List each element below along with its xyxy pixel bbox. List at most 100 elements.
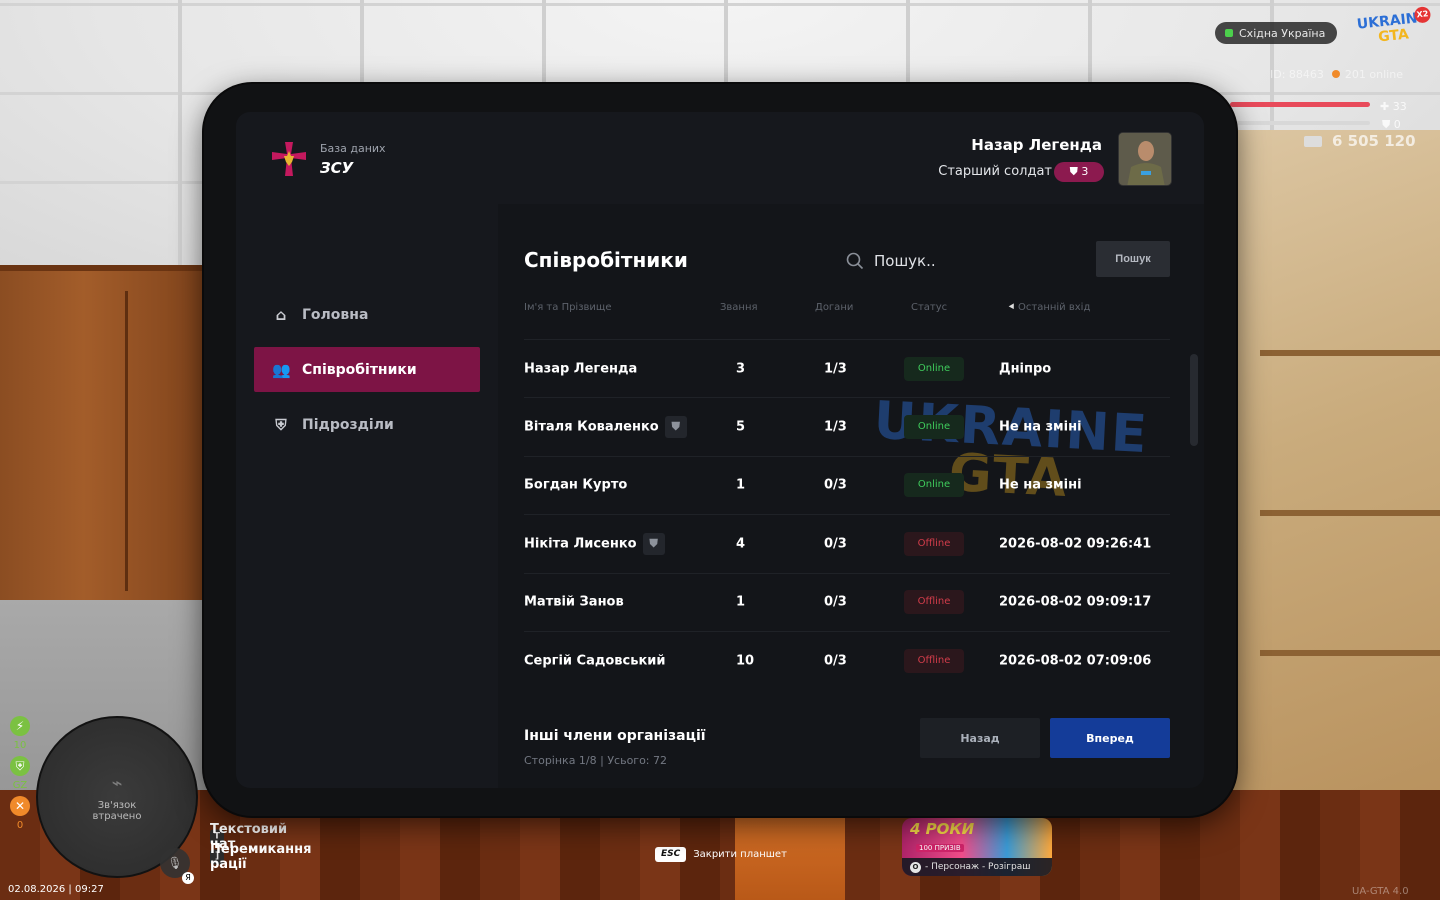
server-name: Східна Україна (1239, 26, 1326, 40)
hud-side-icons: ⚡ 10 ⛨ GZ ✕ 0 (8, 716, 32, 836)
shield-icon: ⛊ (664, 416, 687, 439)
sidebar-item-employees[interactable]: 👥 Співробітники (254, 347, 480, 392)
brand: База даних ЗСУ (270, 140, 386, 178)
status-badge: Online (904, 473, 964, 498)
promo-banner[interactable]: 4 РОКИ 100 ПРИЗІВ O- Персонаж - Розіграш (902, 818, 1052, 876)
no-signal-icon: ⌁ (111, 772, 123, 794)
game-wardrobe-left (0, 265, 210, 605)
employee-last-login: Дніпро (999, 361, 1052, 377)
sidebar-nav: ⌂ Головна 👥 Співробітники ⛨ Підрозділи (254, 292, 480, 457)
cash-icon (1304, 136, 1322, 147)
users-icon: 👥 (272, 360, 291, 379)
armor-bar (1230, 121, 1370, 125)
home-icon: ⌂ (275, 305, 287, 324)
sidebar-item-label: Головна (302, 306, 369, 323)
tablet-screen: База даних ЗСУ ⌂ Головна 👥 Співробітники… (236, 112, 1204, 788)
employee-rank: 4 (736, 536, 746, 552)
avatar[interactable] (1118, 132, 1172, 186)
employee-name: Віталя Коваленко (524, 419, 659, 435)
employee-rank: 10 (736, 653, 755, 669)
employee-last-login: Не на зміні (999, 477, 1082, 493)
search-input[interactable] (874, 252, 1064, 270)
money-display: 6 505 120 (1304, 132, 1416, 150)
search-field (844, 244, 1074, 278)
employee-rank: 1 (736, 594, 746, 610)
language-badge: Я (182, 872, 194, 884)
table-row[interactable]: Назар Легенда 3 1/3 Online Дніпро (524, 339, 1170, 397)
sidebar: База даних ЗСУ ⌂ Головна 👥 Співробітники… (236, 112, 498, 788)
table-scrollbar[interactable] (1190, 354, 1198, 446)
health-bar (1230, 102, 1370, 107)
footer-title: Інші члени організації (524, 728, 706, 744)
status-badge: Offline (904, 590, 964, 615)
key-esc: ESC (655, 847, 687, 862)
page-title: Співробітники (524, 248, 688, 272)
employee-warnings: 0/3 (824, 653, 847, 669)
next-button[interactable]: Вперед (1050, 718, 1170, 758)
employees-page: UKRAINE GTA Співробітники Пошук Ім'я та … (498, 204, 1204, 788)
employee-warnings: 1/3 (824, 419, 847, 435)
user-name: Назар Легенда (971, 136, 1102, 154)
employee-rank: 5 (736, 419, 746, 435)
employee-name: Назар Легенда (524, 361, 638, 377)
shield-icon: ⛨ (275, 415, 287, 434)
employee-warnings: 0/3 (824, 536, 847, 552)
employees-table: Назар Легенда 3 1/3 Online Дніпро Віталя… (524, 339, 1170, 689)
employee-warnings: 1/3 (824, 361, 847, 377)
employee-last-login: 2026-08-02 09:09:17 (999, 594, 1152, 610)
armor-value: ⛊ 0 (1382, 118, 1401, 131)
table-row[interactable]: Матвій Занов 1 0/3 Offline 2026-08-02 09… (524, 572, 1170, 631)
shield-icon: ⛊ (642, 532, 665, 555)
employee-warnings: 0/3 (824, 594, 847, 610)
column-header-warnings: Догани (815, 302, 854, 313)
employee-name: Матвій Занов (524, 594, 624, 610)
brand-subtitle: База даних (320, 141, 386, 155)
rank-badge: ⛊ 3 (1054, 162, 1104, 182)
close-tablet-hint: ESC Закрити планшет (655, 847, 787, 862)
shield-icon: ⛨ (10, 756, 30, 776)
status-badge: Online (904, 415, 964, 440)
table-row[interactable]: Віталя Коваленко ⛊ 5 1/3 Online Не на змі… (524, 397, 1170, 455)
online-count: 201 online (1324, 68, 1403, 81)
lightning-icon: ⚡ (10, 716, 30, 736)
column-header-last-login: Останній вхід (1018, 302, 1091, 313)
date-time: 02.08.2026 | 09:27 (8, 884, 104, 895)
column-header-status: Статус (911, 302, 948, 313)
game-version: UA-GTA 4.0 (1352, 886, 1409, 897)
sidebar-item-label: Співробітники (302, 361, 417, 378)
back-button[interactable]: Назад (920, 718, 1040, 758)
status-badge: Offline (904, 648, 964, 673)
sidebar-item-units[interactable]: ⛨ Підрозділи (254, 402, 480, 447)
search-button[interactable]: Пошук (1096, 241, 1170, 277)
key-o: O (910, 862, 921, 873)
column-header-name: Ім'я та Прізвище (524, 302, 612, 313)
player-stats: ID: 88463 201 online (1270, 68, 1403, 81)
game-shelves-right (1230, 130, 1440, 900)
employee-name: Сергій Садовський (524, 653, 666, 669)
pagination-info: Сторінка 1/8 | Усього: 72 (524, 754, 668, 767)
employee-warnings: 0/3 (824, 477, 847, 493)
employee-last-login: 2026-08-02 09:26:41 (999, 536, 1152, 552)
server-indicator: Східна Україна (1215, 22, 1338, 44)
tablet-frame: База даних ЗСУ ⌂ Головна 👥 Співробітники… (204, 84, 1236, 816)
player-id: ID: 88463 (1270, 68, 1324, 81)
table-row[interactable]: Сергій Садовський 10 0/3 Offline 2026-08… (524, 630, 1170, 689)
sidebar-item-home[interactable]: ⌂ Головна (254, 292, 480, 337)
status-badge: Offline (904, 531, 964, 556)
employee-name: Нікіта Лисенко (524, 536, 637, 552)
search-icon (846, 252, 864, 270)
employee-rank: 1 (736, 477, 746, 493)
employee-last-login: 2026-08-02 07:09:06 (999, 653, 1152, 669)
table-row[interactable]: Нікіта Лисенко ⛊ 4 0/3 Offline 2026-08-02… (524, 514, 1170, 572)
column-header-rank: Звання (720, 302, 758, 313)
employee-rank: 3 (736, 361, 746, 377)
table-row[interactable]: Богдан Курто 1 0/3 Online Не на зміні (524, 455, 1170, 514)
health-value: ✚ 33 (1380, 100, 1407, 113)
sidebar-item-label: Підрозділи (302, 416, 394, 433)
brand-title: ЗСУ (320, 158, 354, 177)
employee-name: Богдан Курто (524, 477, 628, 493)
topbar: Назар Легенда Старший солдат ⛊ 3 (498, 112, 1204, 204)
status-badge: Online (904, 356, 964, 381)
mouse-cursor (1008, 303, 1017, 311)
server-icon (1225, 29, 1233, 37)
